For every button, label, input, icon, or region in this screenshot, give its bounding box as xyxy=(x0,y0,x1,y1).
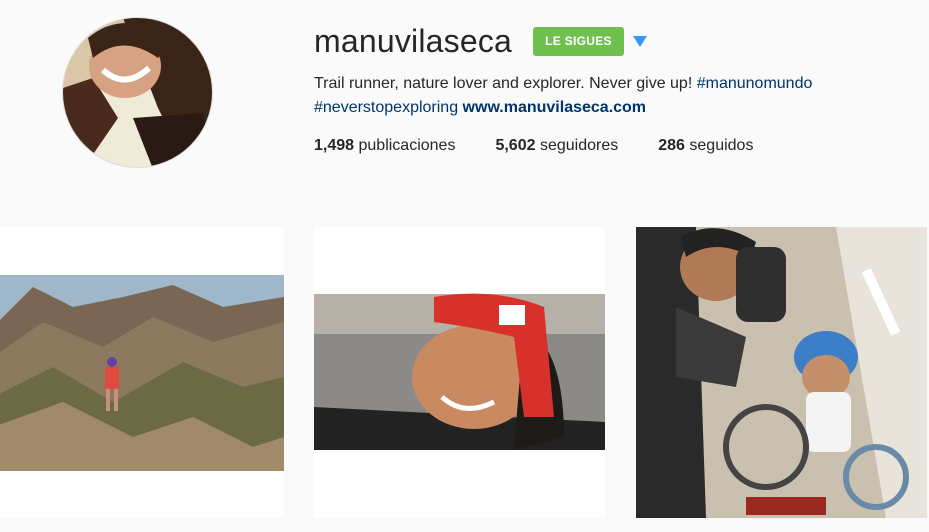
stat-following-label: seguidos xyxy=(689,137,754,154)
mountain-photo xyxy=(0,227,284,518)
post-thumbnail[interactable] xyxy=(636,227,927,518)
bio-hashtag-link[interactable]: #manunomundo xyxy=(697,75,813,92)
profile-stats: 1,498 publicaciones 5,602 seguidores 286… xyxy=(314,135,793,157)
cycling-selfie-photo xyxy=(636,227,927,518)
runner-visor-photo xyxy=(314,227,605,518)
following-button[interactable]: LE SIGUES xyxy=(533,27,624,56)
profile-bio: Trail runner, nature lover and explorer.… xyxy=(314,72,874,120)
stat-followers-label: seguidores xyxy=(539,137,619,154)
stat-followers-count: 5,602 xyxy=(495,137,536,154)
bio-website-link[interactable]: www.manuvilaseca.com xyxy=(463,99,646,116)
username-heading: manuvilaseca xyxy=(314,23,513,59)
profile-avatar[interactable] xyxy=(62,17,213,168)
stat-following[interactable]: 286 seguidos xyxy=(658,135,753,157)
stat-posts-count: 1,498 xyxy=(314,137,355,154)
stat-posts[interactable]: 1,498 publicaciones xyxy=(314,135,455,157)
post-thumbnail[interactable] xyxy=(0,227,284,518)
bio-hashtag-link[interactable]: #neverstopexploring xyxy=(314,99,458,116)
dropdown-arrow-icon[interactable] xyxy=(633,36,647,47)
stat-following-count: 286 xyxy=(658,137,685,154)
bio-text: Trail runner, nature lover and explorer.… xyxy=(314,75,697,92)
post-thumbnail[interactable] xyxy=(314,227,605,518)
stat-followers[interactable]: 5,602 seguidores xyxy=(495,135,618,157)
stat-posts-label: publicaciones xyxy=(358,137,456,154)
